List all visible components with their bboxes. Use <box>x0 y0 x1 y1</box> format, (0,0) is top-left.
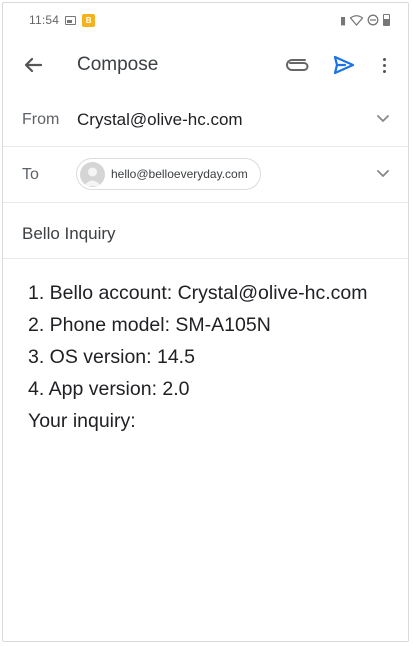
body-line: 4. App version: 2.0 <box>28 378 190 400</box>
body-line: Your inquiry: <box>28 410 136 432</box>
compose-toolbar: Compose <box>3 43 408 87</box>
from-row: From Crystal@olive-hc.com <box>3 95 408 147</box>
avatar <box>80 161 105 187</box>
recipient-chip[interactable]: hello@belloeveryday.com <box>76 158 261 190</box>
status-time: 11:54 <box>29 13 60 27</box>
more-vert-icon <box>382 57 386 61</box>
body-line: 2. Phone model: SM-A105N <box>28 314 271 336</box>
subject-field[interactable]: Bello Inquiry <box>3 203 408 259</box>
app-window: 11:54 B ▮ Compose From Crystal@olive-hc.… <box>2 2 409 642</box>
back-arrow-icon <box>24 57 42 73</box>
wifi-icon <box>350 14 363 26</box>
page-title: Compose <box>77 54 159 75</box>
recipient-email: hello@belloeveryday.com <box>111 167 248 181</box>
from-address[interactable]: Crystal@olive-hc.com <box>77 110 243 130</box>
body-field[interactable]: 1. Bello account: Crystal@olive-hc.com 2… <box>28 277 398 437</box>
chevron-down-icon[interactable] <box>376 169 390 179</box>
back-button[interactable] <box>19 53 47 77</box>
subject-value: Bello Inquiry <box>22 224 116 243</box>
send-icon <box>333 55 355 75</box>
paperclip-icon <box>286 59 309 71</box>
to-label: To <box>22 166 39 183</box>
body-line: 1. Bello account: Crystal@olive-hc.com <box>28 282 368 304</box>
attach-button[interactable] <box>286 55 310 75</box>
to-row[interactable]: To hello@belloeveryday.com <box>3 147 408 203</box>
send-button[interactable] <box>331 53 357 77</box>
person-icon <box>84 167 101 186</box>
battery-icon <box>383 14 390 26</box>
no-disturb-icon <box>367 14 379 26</box>
vibrate-icon: ▮ <box>339 14 346 27</box>
more-options-button[interactable] <box>377 53 391 77</box>
status-bar: 11:54 B ▮ <box>3 3 408 37</box>
gallery-icon <box>65 15 77 25</box>
body-line: 3. OS version: 14.5 <box>28 346 195 368</box>
chevron-down-icon[interactable] <box>376 114 390 124</box>
app-notification-icon: B <box>82 13 96 27</box>
from-label: From <box>22 111 60 128</box>
